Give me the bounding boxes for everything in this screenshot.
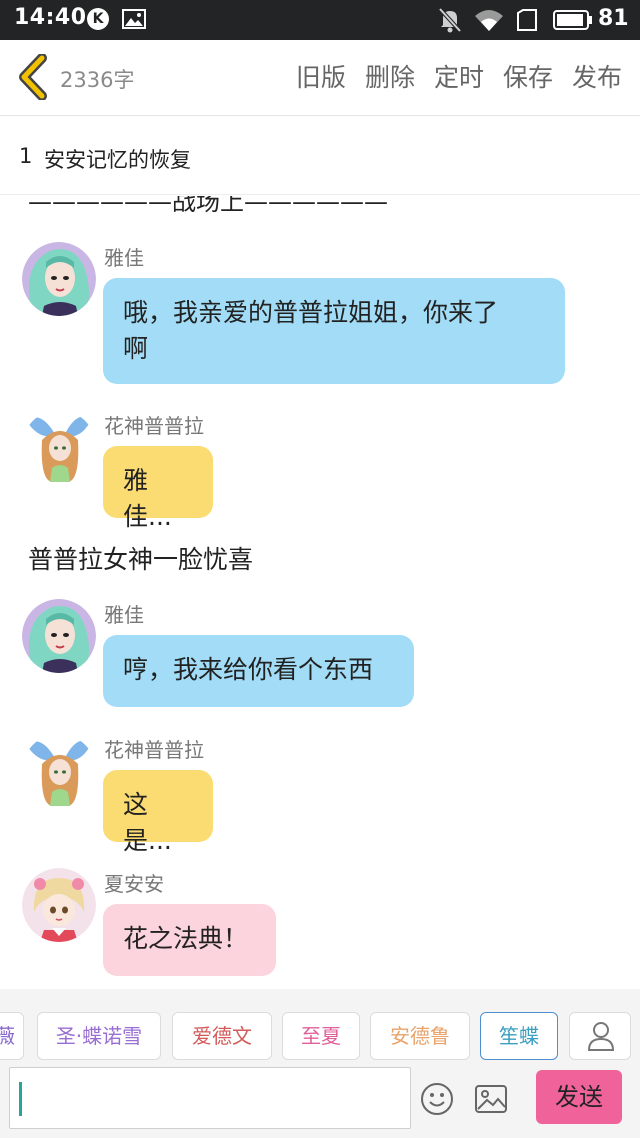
k-app-icon: K <box>87 8 109 30</box>
editor-toolbar: 2336字 旧版 删除 定时 保存 发布 <box>0 40 640 116</box>
chat-message[interactable]: 花神普普拉 这是... <box>22 734 622 855</box>
chapter-number: 1 <box>19 144 33 168</box>
save-button[interactable]: 保存 <box>503 58 553 94</box>
text-cursor <box>19 1082 22 1116</box>
add-character-button[interactable] <box>569 1012 631 1060</box>
old-version-button[interactable]: 旧版 <box>296 58 346 94</box>
sim-card-icon <box>517 9 537 31</box>
message-bubble: 雅佳... <box>103 446 213 531</box>
user-icon <box>587 1022 615 1051</box>
message-input-field[interactable] <box>9 1067 411 1129</box>
word-count: 2336字 <box>60 68 135 92</box>
schedule-button[interactable]: 定时 <box>434 58 484 94</box>
chapter-header[interactable]: 1 安安记忆的恢复 <box>0 117 640 195</box>
story-content[interactable]: ——————战场上—————— 雅佳 哦，我亲爱的普普拉姐姐，你来了 啊 花神普… <box>0 196 640 989</box>
message-input-bar: 发送 <box>0 1064 640 1138</box>
battery-icon <box>553 10 592 30</box>
character-chip[interactable]: 薇 <box>0 1012 24 1060</box>
message-bubble: 哼，我来给你看个东西 <box>103 635 414 707</box>
character-chip[interactable]: 至夏 <box>282 1012 360 1060</box>
gallery-notification-icon <box>122 9 146 29</box>
chat-message[interactable]: 雅佳 哼，我来给你看个东西 <box>22 599 622 709</box>
avatar-yajia <box>22 242 96 316</box>
chat-message[interactable]: 夏安安 花之法典！ <box>22 868 622 978</box>
avatar-pupula <box>22 734 96 808</box>
message-input[interactable] <box>26 1076 396 1120</box>
chat-message[interactable]: 花神普普拉 雅佳... <box>22 410 622 531</box>
speaker-name: 花神普普拉 <box>104 414 204 438</box>
message-bubble: 这是... <box>103 770 213 855</box>
message-bubble: 哦，我亲爱的普普拉姐姐，你来了 啊 <box>103 278 565 384</box>
character-chip[interactable]: 爱德文 <box>172 1012 272 1060</box>
toolbar-actions: 旧版 删除 定时 保存 发布 <box>277 58 622 94</box>
character-chip-selected[interactable]: 笙蝶 <box>480 1012 558 1060</box>
emoji-icon[interactable] <box>420 1082 454 1116</box>
status-bar: 14:40 K 81 <box>0 0 640 40</box>
avatar-xiaanan <box>22 868 96 942</box>
avatar-pupula <box>22 410 96 484</box>
character-chip[interactable]: 圣·蝶诺雪 <box>37 1012 161 1060</box>
wifi-icon <box>475 10 503 31</box>
status-time: 14:40 <box>14 5 87 30</box>
speaker-name: 夏安安 <box>104 872 164 896</box>
notifications-off-icon <box>438 7 462 33</box>
speaker-name: 雅佳 <box>104 603 144 627</box>
speaker-name: 花神普普拉 <box>104 738 204 762</box>
send-button[interactable]: 发送 <box>536 1070 622 1124</box>
avatar-yajia <box>22 599 96 673</box>
publish-button[interactable]: 发布 <box>572 58 622 94</box>
scene-divider: ——————战场上—————— <box>28 196 388 216</box>
chapter-title: 安安记忆的恢复 <box>44 148 191 172</box>
chat-message[interactable]: 雅佳 哦，我亲爱的普普拉姐姐，你来了 啊 <box>22 242 622 392</box>
message-text-line: 啊 <box>123 334 149 363</box>
character-chip[interactable]: 安德鲁 <box>370 1012 470 1060</box>
delete-button[interactable]: 删除 <box>365 58 415 94</box>
message-text-line: 哦，我亲爱的普普拉姐姐，你来了 <box>123 298 499 327</box>
narration-text: 普普拉女神一脸忧喜 <box>28 545 254 574</box>
speaker-name: 雅佳 <box>104 246 144 270</box>
message-bubble: 花之法典！ <box>103 904 276 976</box>
image-icon[interactable] <box>474 1084 508 1114</box>
back-arrow-icon[interactable] <box>16 54 50 100</box>
battery-level: 81 <box>598 6 629 31</box>
